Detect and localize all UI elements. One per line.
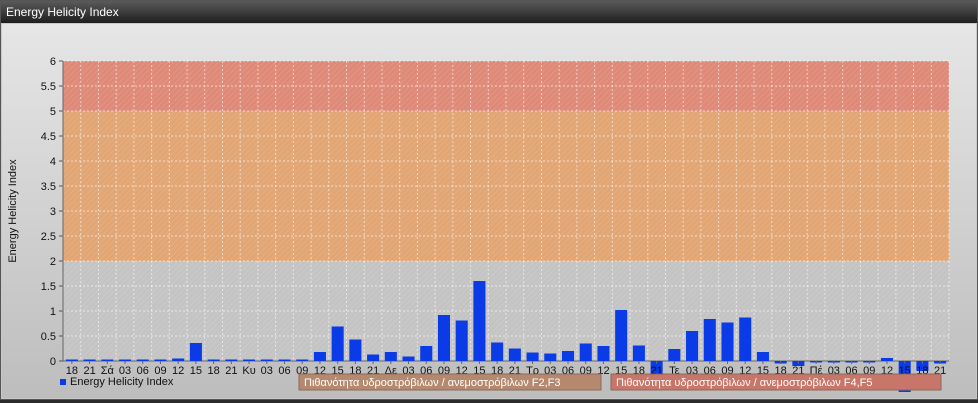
- bar: [225, 359, 238, 361]
- x-tick-label: 21: [225, 365, 237, 377]
- bar: [313, 352, 326, 361]
- bar: [437, 315, 451, 361]
- bar: [243, 359, 256, 361]
- bar: [154, 359, 167, 361]
- y-axis-title: Energy Helicity Index: [7, 159, 19, 263]
- bar: [544, 353, 557, 361]
- bar: [561, 351, 575, 361]
- x-tick-label: 15: [190, 365, 202, 377]
- bar: [83, 359, 96, 361]
- bar: [455, 320, 468, 361]
- bar: [579, 343, 592, 361]
- bar: [136, 359, 149, 361]
- bar: [367, 354, 380, 361]
- y-tick-label: 2.5: [41, 231, 56, 243]
- y-tick-label: 6: [50, 56, 56, 68]
- y-tick-label: 0: [50, 356, 56, 368]
- bar: [207, 359, 220, 361]
- bar: [172, 358, 185, 361]
- x-tick-label: Κυ: [242, 365, 255, 377]
- bar: [597, 346, 610, 361]
- y-tick-label: 4.5: [41, 131, 56, 143]
- y-tick-label: 3.5: [41, 181, 56, 193]
- window-title: Energy Helicity Index: [1, 1, 977, 23]
- bar: [491, 342, 504, 361]
- ehi-chart: 0 0.5 1 1.5 2 2.5 3 3.5 4 4.5 5 5.5 6 Energy Helicity…: [7, 56, 950, 392]
- x-tick-label: 12: [172, 365, 184, 377]
- bar: [632, 345, 645, 361]
- y-tick-label: 0.5: [41, 331, 56, 343]
- legend-label: Energy Helicity Index: [70, 376, 174, 388]
- y-tick-label: 5: [50, 106, 56, 118]
- chart-window: Energy Helicity Index 0 0.5 1 1.5 2 2.5 3 3.5 4 4…: [0, 0, 978, 400]
- bar: [118, 359, 132, 361]
- bar: [189, 343, 202, 361]
- bar: [668, 349, 681, 361]
- bar: [880, 358, 894, 361]
- bar: [615, 310, 628, 361]
- legend-swatch: [60, 379, 66, 385]
- bar: [101, 359, 114, 361]
- bar: [349, 339, 362, 361]
- x-tick-label: 03: [261, 365, 273, 377]
- bar: [65, 359, 78, 361]
- bar: [384, 352, 397, 361]
- bar: [296, 359, 309, 361]
- bar: [331, 326, 344, 361]
- bar: [756, 352, 769, 361]
- bar: [260, 359, 273, 361]
- y-tick-label: 1: [50, 306, 56, 318]
- x-tick-label: 06: [278, 365, 290, 377]
- y-tick-label: 5.5: [41, 81, 56, 93]
- bar: [686, 331, 699, 361]
- bar: [420, 346, 433, 361]
- chart-area: 0 0.5 1 1.5 2 2.5 3 3.5 4 4.5 5 5.5 6 Energy Helicity…: [2, 24, 976, 398]
- bar: [278, 359, 291, 361]
- y-tick-label: 2: [50, 256, 56, 268]
- annotation-label-2: Πιθανότητα υδροστρόβιλων / ανεμοστρόβιλω…: [616, 377, 873, 389]
- y-tick-label: 1.5: [41, 281, 56, 293]
- y-tick-label: 3: [50, 206, 56, 218]
- bar: [508, 348, 521, 361]
- bar: [721, 322, 734, 361]
- bar: [739, 317, 752, 361]
- y-tick-label: 4: [50, 156, 56, 168]
- bar: [526, 352, 539, 361]
- bar: [473, 281, 486, 361]
- x-tick-label: 18: [207, 365, 219, 377]
- bar: [402, 356, 415, 361]
- annotation-label-1: Πιθανότητα υδροστρόβιλων / ανεμοστρόβιλω…: [304, 377, 561, 389]
- bar: [703, 319, 716, 361]
